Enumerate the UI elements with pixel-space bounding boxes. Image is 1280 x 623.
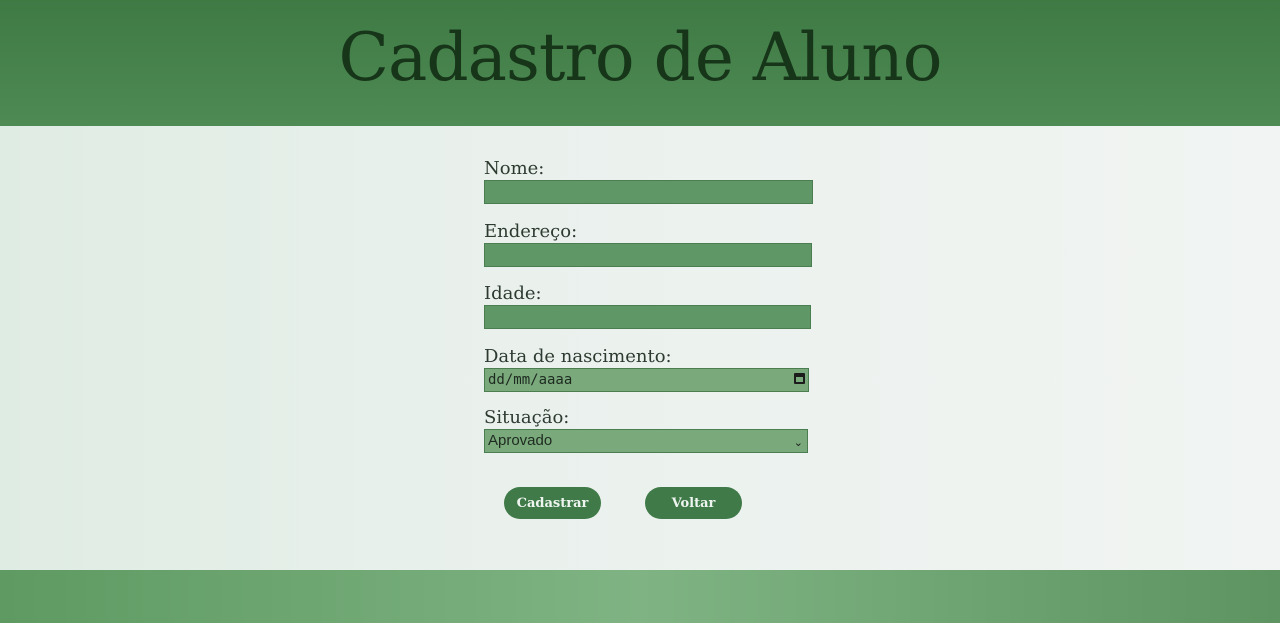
idade-label: Idade: [484,283,542,304]
main-content: Nome: Endereço: Idade: Data de nasciment… [0,126,1280,570]
data-nascimento-label: Data de nascimento: [484,346,672,367]
situacao-label: Situação: [484,407,570,428]
situacao-select[interactable]: Aprovado ⌄ [484,429,808,453]
voltar-button[interactable]: Voltar [645,487,742,519]
situacao-field-group: Situação: Aprovado ⌄ [484,407,814,453]
endereco-field-group: Endereço: [484,221,814,267]
cadastrar-button[interactable]: Cadastrar [504,487,601,519]
nome-label: Nome: [484,158,545,179]
page-header: Cadastro de Aluno [0,0,1280,126]
chevron-down-icon: ⌄ [793,436,803,449]
data-nascimento-field-group: Data de nascimento: dd/mm/aaaa [484,346,814,392]
endereco-input[interactable] [484,243,812,267]
page-title: Cadastro de Aluno [338,18,943,96]
endereco-label: Endereço: [484,221,578,242]
date-placeholder: dd/mm/aaaa [488,372,573,388]
calendar-icon[interactable] [794,373,805,384]
nome-field-group: Nome: [484,158,814,204]
data-nascimento-input[interactable]: dd/mm/aaaa [484,368,809,392]
situacao-selected-value: Aprovado [488,432,553,449]
page-footer [0,570,1280,623]
idade-input[interactable] [484,305,811,329]
nome-input[interactable] [484,180,813,204]
idade-field-group: Idade: [484,283,814,329]
